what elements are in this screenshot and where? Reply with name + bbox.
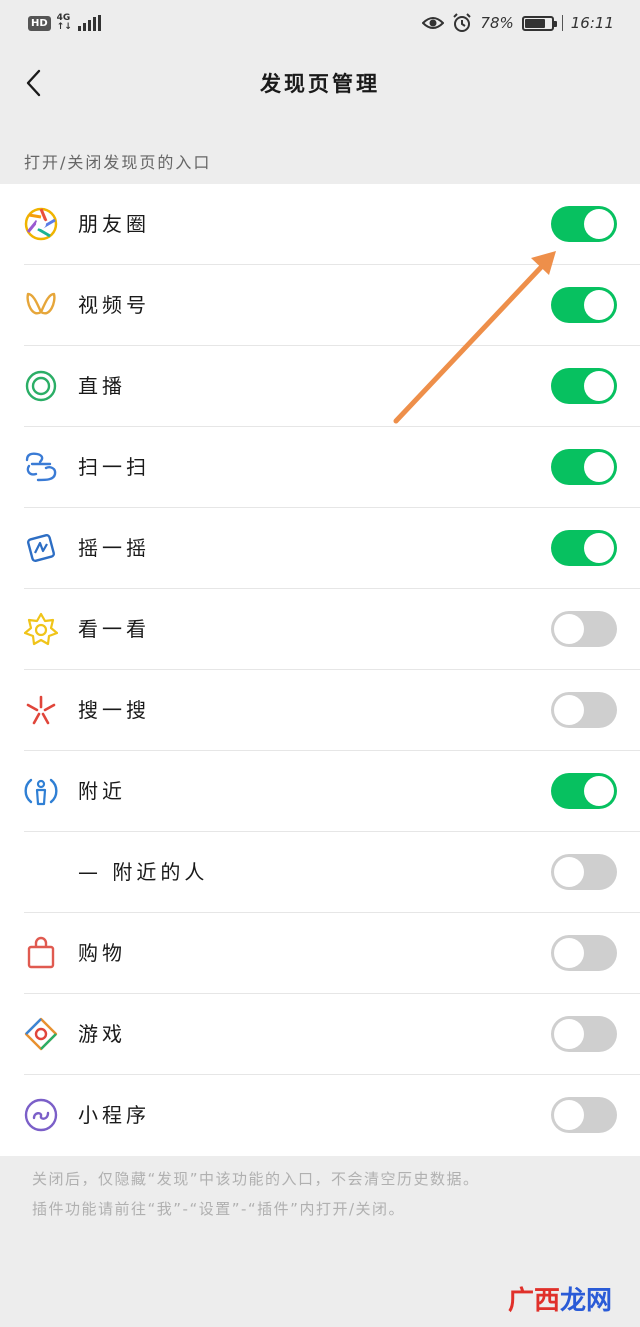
eye-icon (422, 17, 445, 29)
toggle-people-nearby[interactable] (551, 854, 617, 890)
watermark: 广西 龙网 (508, 1280, 612, 1317)
item-label: 扫一扫 (78, 455, 150, 479)
item-label: 游戏 (78, 1022, 126, 1046)
toggle-games[interactable] (551, 1016, 617, 1052)
list-item-search: 搜一搜 (0, 670, 640, 751)
list-item-shopping: 购物 (0, 913, 640, 994)
network-indicator: 4G ↑↓ (57, 14, 72, 32)
toggle-knob (554, 857, 584, 887)
mini-programs-icon (24, 1098, 58, 1132)
item-label: 附近 (78, 779, 126, 803)
toggle-knob (554, 938, 584, 968)
status-left: HD 4G ↑↓ (28, 14, 101, 32)
toggle-knob (554, 695, 584, 725)
toggle-knob (554, 1100, 584, 1130)
item-label: 视频号 (78, 293, 150, 317)
toggle-knob (584, 452, 614, 482)
item-label: — 附近的人 (78, 860, 209, 884)
section-caption: 打开/关闭发现页的入口 (24, 153, 212, 172)
moments-icon (24, 207, 58, 241)
toggle-mini-programs[interactable] (551, 1097, 617, 1133)
item-label: 小程序 (78, 1103, 150, 1127)
item-label: 搜一搜 (78, 698, 150, 722)
list-item-live: 直播 (0, 346, 640, 427)
hd-badge: HD (28, 15, 51, 31)
alarm-icon (453, 13, 472, 32)
list-item-scan: 扫一扫 (0, 427, 640, 508)
battery-icon (521, 15, 557, 31)
toggle-knob (554, 1019, 584, 1049)
item-label: 购物 (78, 941, 126, 965)
games-icon (24, 1017, 58, 1051)
list-item-people-nearby: — 附近的人 (0, 832, 640, 913)
toggle-nearby[interactable] (551, 773, 617, 809)
battery-percent: 78% (480, 14, 514, 32)
toggle-knob (584, 209, 614, 239)
footer-note-line2: 插件功能请前往“我”-“设置”-“插件”内打开/关闭。 (32, 1200, 406, 1218)
status-right: 78% 16:11 (422, 13, 614, 33)
toggle-top-stories[interactable] (551, 611, 617, 647)
item-label: 朋友圈 (78, 212, 150, 236)
nav-bar: 发现页管理 (0, 46, 640, 120)
toggle-moments[interactable] (551, 206, 617, 242)
list-item-mini-programs: 小程序 (0, 1075, 640, 1156)
shopping-bag-icon (27, 936, 55, 969)
list-item-moments: 朋友圈 (0, 184, 640, 265)
footer-note-line1: 关闭后，仅隐藏“发现”中该功能的入口，不会清空历史数据。 (32, 1170, 480, 1188)
top-stories-icon (24, 612, 58, 646)
toggle-knob (554, 614, 584, 644)
list-item-shake: 摇一摇 (0, 508, 640, 589)
signal-icon (77, 15, 101, 31)
toggle-knob (584, 533, 614, 563)
toggle-search[interactable] (551, 692, 617, 728)
watermark-part2: 龙网 (560, 1286, 613, 1316)
list-item-channels: 视频号 (0, 265, 640, 346)
nearby-icon (24, 778, 58, 806)
toggle-shake[interactable] (551, 530, 617, 566)
toggle-knob (584, 371, 614, 401)
discover-entries-list: 朋友圈 视频号 直播 扫一扫 摇一摇 看一看 搜一搜 附近 — 附近的人 购物 … (0, 184, 640, 1156)
scan-icon (25, 452, 57, 482)
live-icon (25, 370, 57, 402)
toggle-scan[interactable] (551, 449, 617, 485)
channels-icon (26, 292, 56, 315)
list-item-games: 游戏 (0, 994, 640, 1075)
search-icon (26, 695, 56, 725)
toggle-shopping[interactable] (551, 935, 617, 971)
status-separator (561, 15, 563, 31)
clock: 16:11 (570, 14, 614, 32)
network-activity: ↑↓ (56, 22, 72, 32)
item-label: 直播 (78, 374, 126, 398)
shake-icon (27, 534, 55, 562)
watermark-part1: 广西 (508, 1286, 561, 1316)
footer-note: 关闭后，仅隐藏“发现”中该功能的入口，不会清空历史数据。 插件功能请前往“我”-… (32, 1164, 622, 1224)
list-item-nearby: 附近 (0, 751, 640, 832)
page-title: 发现页管理 (260, 72, 380, 96)
toggle-live[interactable] (551, 368, 617, 404)
item-label: 看一看 (78, 617, 150, 641)
item-label: 摇一摇 (78, 536, 150, 560)
toggle-knob (584, 776, 614, 806)
toggle-channels[interactable] (551, 287, 617, 323)
toggle-knob (584, 290, 614, 320)
status-bar: HD 4G ↑↓ 78% 16:11 (0, 0, 640, 46)
list-item-top-stories: 看一看 (0, 589, 640, 670)
